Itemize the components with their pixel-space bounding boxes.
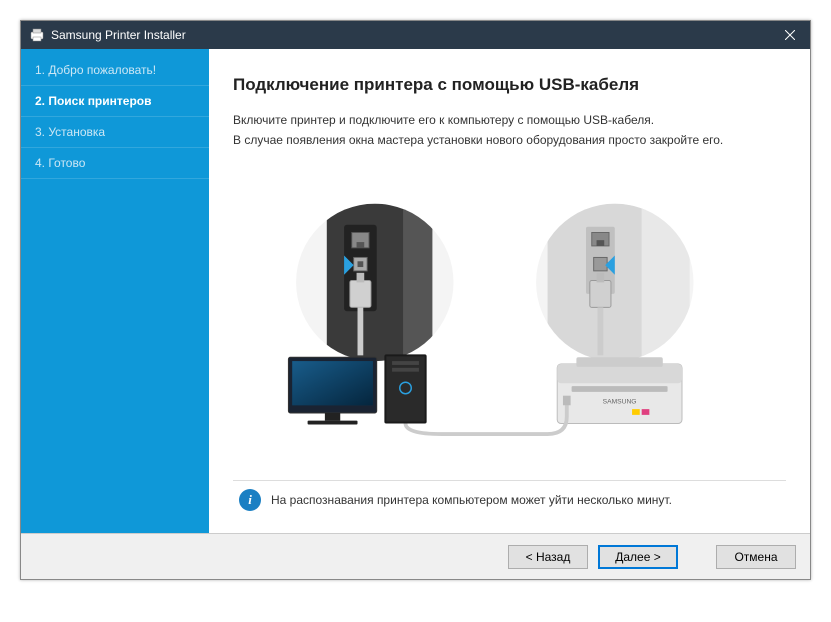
info-note-text: На распознавания принтера компьютером мо…: [271, 493, 672, 507]
close-icon: [785, 30, 795, 40]
printer-icon: SAMSUNG: [557, 357, 682, 423]
monitor-icon: [289, 357, 377, 424]
illustration: SAMSUNG: [233, 161, 786, 470]
svg-text:SAMSUNG: SAMSUNG: [603, 398, 637, 405]
step-welcome: 1. Добро пожаловать!: [21, 55, 209, 86]
step-done: 4. Готово: [21, 148, 209, 179]
button-bar: < Назад Далее > Отмена: [21, 533, 810, 579]
title-bar: Samsung Printer Installer: [21, 21, 810, 49]
installer-window: Samsung Printer Installer 1. Добро пожал…: [20, 20, 811, 580]
title-text: Samsung Printer Installer: [51, 28, 186, 42]
info-icon: i: [239, 489, 261, 511]
instruction-line-2: В случае появления окна мастера установк…: [233, 131, 786, 149]
page-heading: Подключение принтера с помощью USB-кабел…: [233, 75, 786, 95]
sidebar: 1. Добро пожаловать! 2. Поиск принтеров …: [21, 49, 209, 533]
instruction-line-1: Включите принтер и подключите его к комп…: [233, 111, 786, 129]
content-area: Подключение принтера с помощью USB-кабел…: [209, 49, 810, 533]
step-search-printers: 2. Поиск принтеров: [21, 86, 209, 117]
close-button[interactable]: [770, 21, 810, 49]
body: 1. Добро пожаловать! 2. Поиск принтеров …: [21, 49, 810, 533]
app-icon: [29, 27, 45, 43]
connection-diagram: SAMSUNG: [250, 196, 768, 436]
cancel-button[interactable]: Отмена: [716, 545, 796, 569]
next-button[interactable]: Далее >: [598, 545, 678, 569]
pc-tower-icon: [385, 354, 427, 423]
info-note-row: i На распознавания принтера компьютером …: [233, 480, 786, 519]
back-button[interactable]: < Назад: [508, 545, 588, 569]
step-install: 3. Установка: [21, 117, 209, 148]
